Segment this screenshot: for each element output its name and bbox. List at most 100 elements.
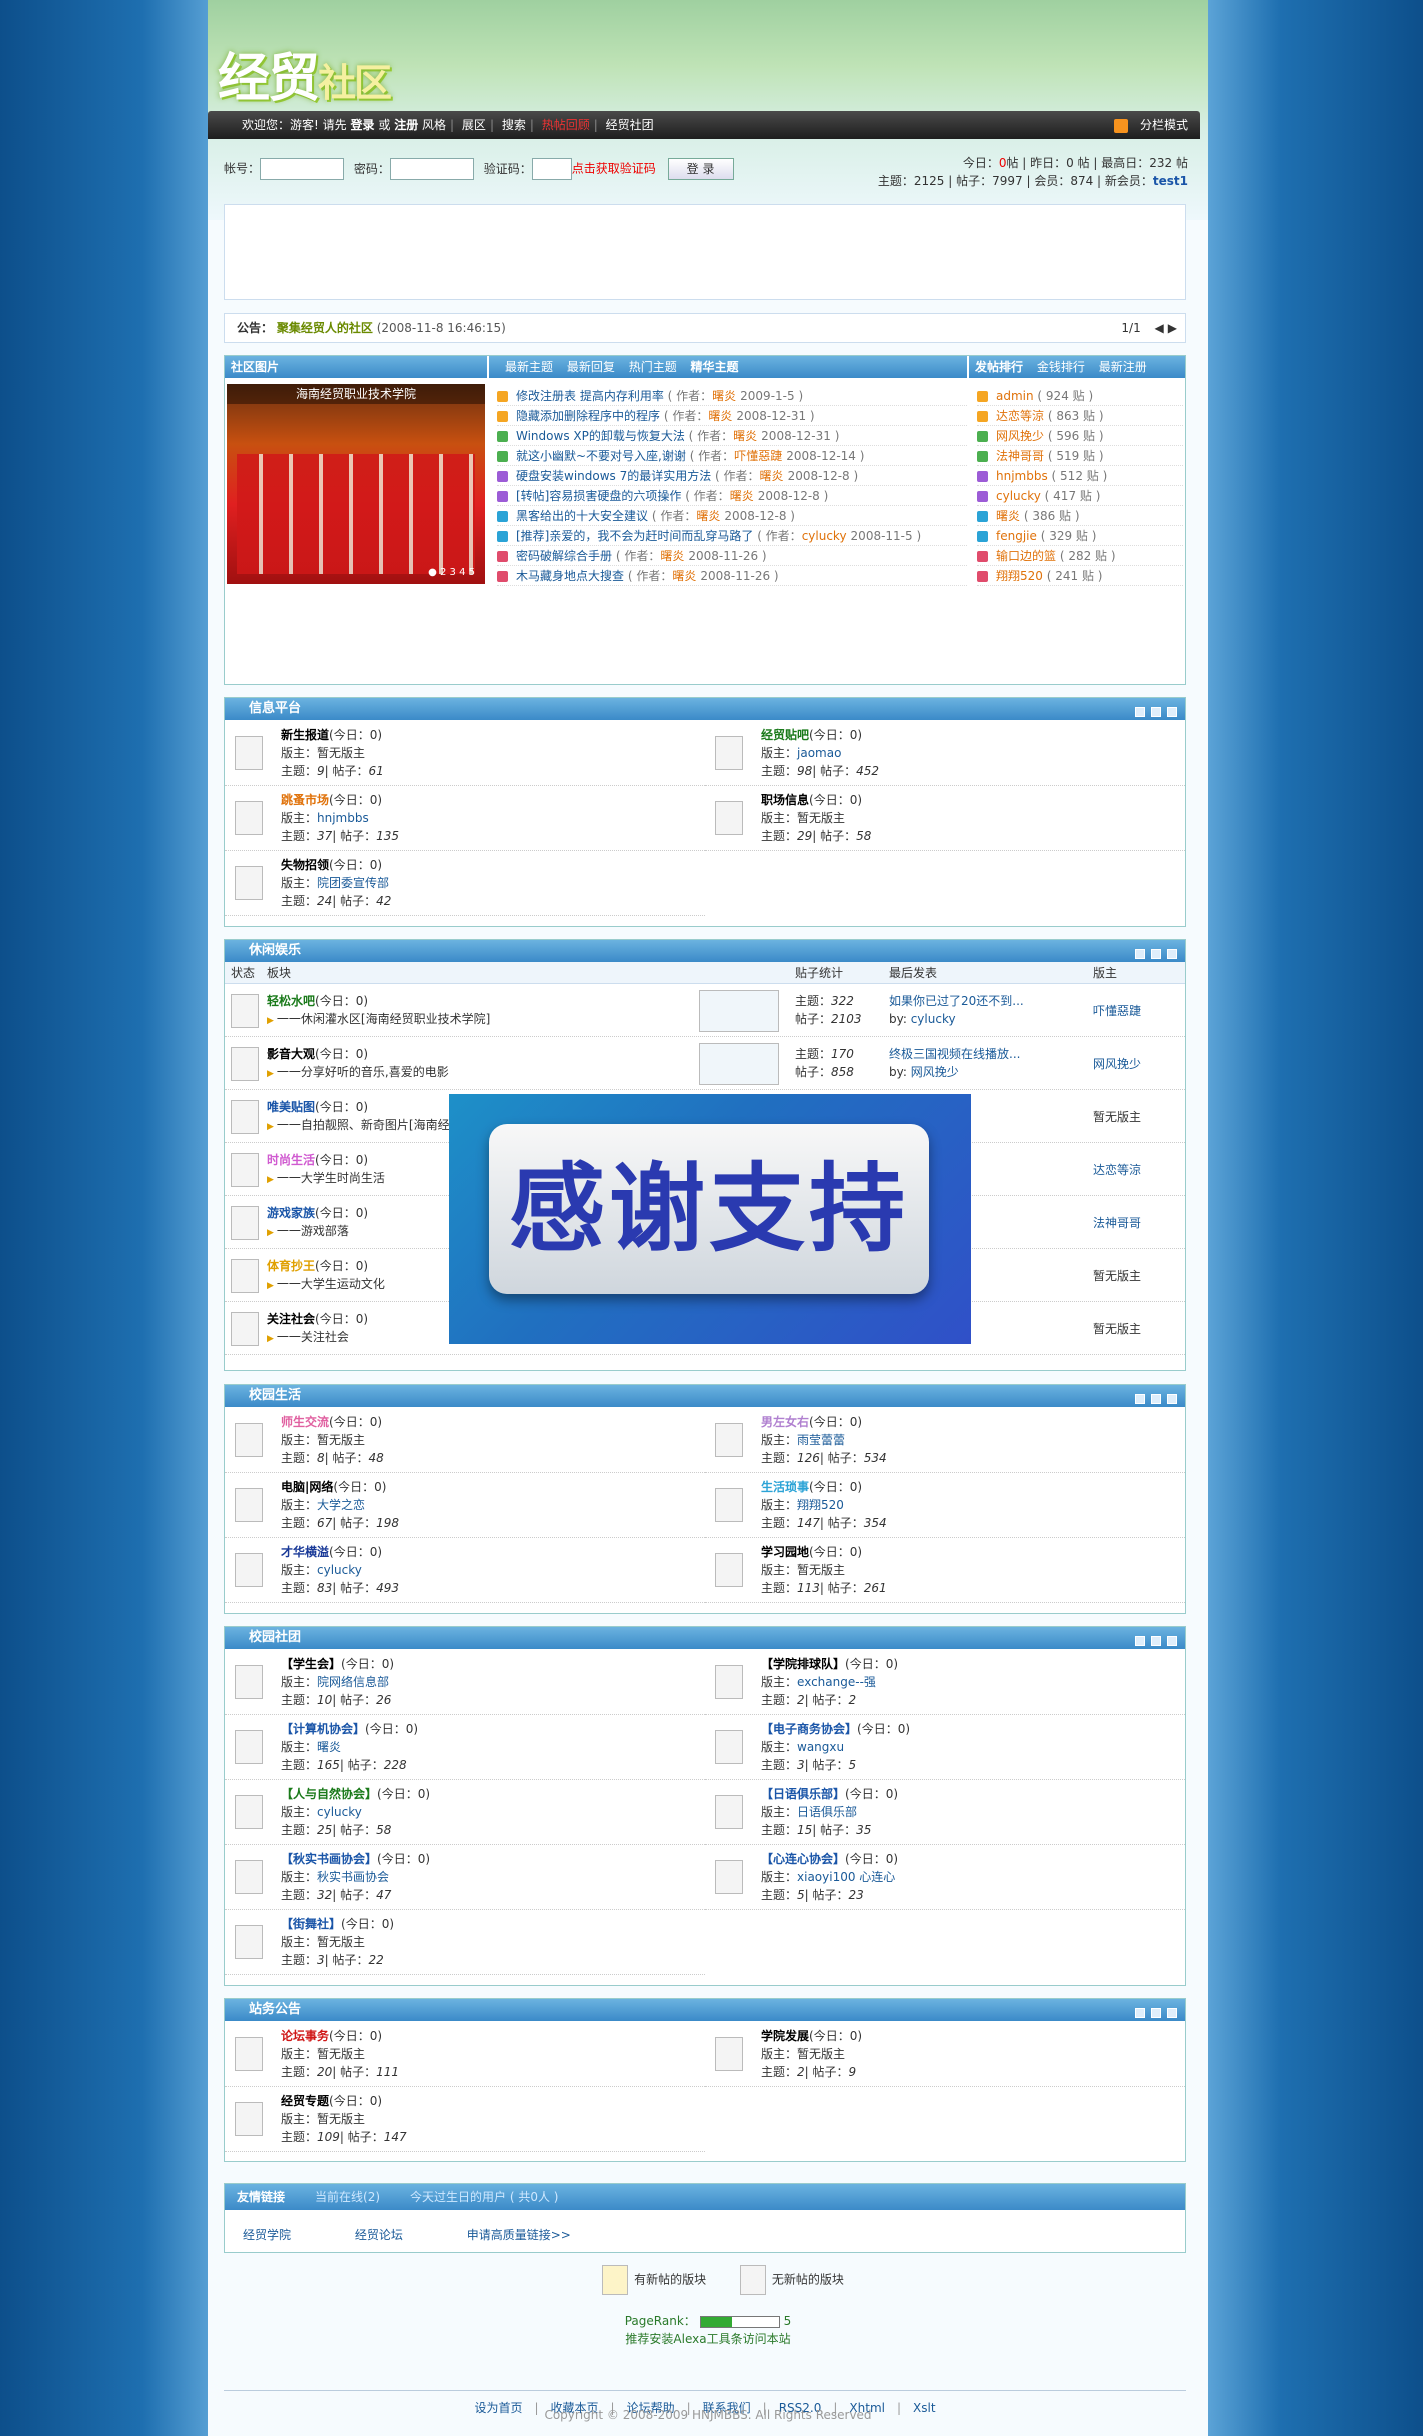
- section-title[interactable]: 信息平台: [249, 701, 301, 716]
- topic-link[interactable]: [转帖]容易损害硬盘的六项操作: [516, 489, 681, 503]
- forum-item[interactable]: 新生报道(今日：0) 版主：暂无版主 主题：9| 帖子：61: [225, 722, 705, 786]
- forum-item[interactable]: 生活琐事(今日：0) 版主：翔翔520 主题：147| 帖子：354: [705, 1474, 1185, 1538]
- collapse-icon[interactable]: [1135, 949, 1145, 959]
- rank-user-link[interactable]: 输口边的篮: [996, 549, 1056, 563]
- forum-item[interactable]: 【秋实书画协会】(今日：0) 版主：秋实书画协会 主题：32| 帖子：47: [225, 1846, 705, 1910]
- forum-name-link[interactable]: 【学院排球队】: [761, 1657, 845, 1671]
- author-link[interactable]: 曙炎: [712, 389, 736, 403]
- forum-item[interactable]: 学习园地(今日：0) 版主：暂无版主 主题：113| 帖子：261: [705, 1539, 1185, 1603]
- section-title[interactable]: 校园社团: [249, 1630, 301, 1645]
- forum-name-link[interactable]: 失物招领: [281, 858, 329, 872]
- style-link[interactable]: 风格: [422, 118, 446, 132]
- tab-hot-topics[interactable]: 热门主题: [629, 360, 677, 374]
- tab-new-members[interactable]: 最新注册: [1099, 360, 1147, 374]
- collapse-icon[interactable]: [1135, 2008, 1145, 2018]
- last-post-author[interactable]: cylucky: [911, 1012, 956, 1026]
- rank-user-link[interactable]: 法神哥哥: [996, 449, 1044, 463]
- moderator-name[interactable]: exchange--强: [797, 1675, 876, 1689]
- forum-item[interactable]: 失物招领(今日：0) 版主：院团委宣传部 主题：24| 帖子：42: [225, 852, 705, 916]
- moderator-name[interactable]: 吓懂惡踕: [1093, 1004, 1141, 1018]
- tab-post-rank[interactable]: 发帖排行: [975, 360, 1023, 374]
- moderator-name[interactable]: cylucky: [317, 1805, 362, 1819]
- forum-item[interactable]: 【心连心协会】(今日：0) 版主：xiaoyi100 心连心 主题：5| 帖子：23: [705, 1846, 1185, 1910]
- moderator-name[interactable]: hnjmbbs: [317, 811, 369, 825]
- topic-link[interactable]: 硬盘安装windows 7的最详实用方法: [516, 469, 711, 483]
- moderator-name[interactable]: cylucky: [317, 1563, 362, 1577]
- expand-icon[interactable]: [1167, 949, 1177, 959]
- forum-name-link[interactable]: 轻松水吧: [267, 994, 315, 1008]
- moderator-name[interactable]: 法神哥哥: [1093, 1216, 1141, 1230]
- rank-user-link[interactable]: cylucky: [996, 489, 1041, 503]
- layout-icon[interactable]: [1151, 949, 1161, 959]
- author-link[interactable]: 曙炎: [696, 509, 720, 523]
- get-captcha-link[interactable]: 点击获取验证码: [572, 162, 656, 176]
- prev-icon[interactable]: ◀: [1155, 321, 1164, 335]
- forum-item[interactable]: 学院发展(今日：0) 版主：暂无版主 主题：2| 帖子：9: [705, 2023, 1185, 2087]
- forum-name-link[interactable]: 游戏家族: [267, 1206, 315, 1220]
- forum-name-link[interactable]: 【学生会】: [281, 1657, 341, 1671]
- forum-item[interactable]: 经贸贴吧(今日：0) 版主：jaomao 主题：98| 帖子：452: [705, 722, 1185, 786]
- forum-name-link[interactable]: 学习园地: [761, 1545, 809, 1559]
- forum-name-link[interactable]: 才华横溢: [281, 1545, 329, 1559]
- forum-item[interactable]: 师生交流(今日：0) 版主：暂无版主 主题：8| 帖子：48: [225, 1409, 705, 1473]
- forum-name-link[interactable]: 职场信息: [761, 793, 809, 807]
- author-link[interactable]: 曙炎: [730, 489, 754, 503]
- tab-essence-topics[interactable]: 精华主题: [691, 360, 739, 374]
- forum-name-link[interactable]: 男左女右: [761, 1415, 809, 1429]
- forum-name-link[interactable]: 时尚生活: [267, 1153, 315, 1167]
- forum-item[interactable]: 【街舞社】(今日：0) 版主：暂无版主 主题：3| 帖子：22: [225, 1911, 705, 1975]
- author-link[interactable]: 曙炎: [672, 569, 696, 583]
- forum-name-link[interactable]: 经贸专题: [281, 2094, 329, 2108]
- slideshow-photo[interactable]: 海南经贸职业技术学院 ● 2 3 4 5: [227, 384, 485, 584]
- author-link[interactable]: 曙炎: [760, 469, 784, 483]
- forum-item[interactable]: 经贸专题(今日：0) 版主：暂无版主 主题：109| 帖子：147: [225, 2088, 705, 2152]
- forum-name-link[interactable]: 经贸贴吧: [761, 728, 809, 742]
- site-logo[interactable]: 经贸社区: [218, 36, 392, 111]
- author-link[interactable]: 吓懂惡踕: [734, 449, 782, 463]
- forum-item[interactable]: 才华横溢(今日：0) 版主：cylucky 主题：83| 帖子：493: [225, 1539, 705, 1603]
- layout-icon[interactable]: [1151, 1394, 1161, 1404]
- tab-latest-topics[interactable]: 最新主题: [505, 360, 553, 374]
- forum-name-link[interactable]: 电脑|网络: [281, 1480, 333, 1494]
- topic-link[interactable]: [推荐]亲爱的，我不会为赶时间而乱穿马路了: [516, 529, 753, 543]
- layout-icon[interactable]: [1151, 707, 1161, 717]
- layout-icon[interactable]: [1151, 1636, 1161, 1646]
- topic-link[interactable]: Windows XP的卸载与恢复大法: [516, 429, 685, 443]
- forum-name-link[interactable]: 生活琐事: [761, 1480, 809, 1494]
- forum-name-link[interactable]: 【心连心协会】: [761, 1852, 845, 1866]
- author-link[interactable]: cylucky: [802, 529, 847, 543]
- moderator-name[interactable]: 曙炎: [317, 1740, 341, 1754]
- forum-name-link[interactable]: 跳蚤市场: [281, 793, 329, 807]
- moderator-name[interactable]: 达恋等涼: [1093, 1163, 1141, 1177]
- moderator-name[interactable]: wangxu: [797, 1740, 844, 1754]
- tab-birthday-users[interactable]: 今天过生日的用户 ( 共0人 ): [410, 2190, 558, 2204]
- section-title[interactable]: 休闲娱乐: [249, 943, 301, 958]
- moderator-name[interactable]: 雨莹蕾蕾: [797, 1433, 845, 1447]
- password-input[interactable]: [389, 158, 474, 180]
- captcha-input[interactable]: [531, 158, 572, 180]
- forum-item[interactable]: 论坛事务(今日：0) 版主：暂无版主 主题：20| 帖子：111: [225, 2023, 705, 2087]
- topic-link[interactable]: 就这小幽默~不要对号入座,谢谢: [516, 449, 686, 463]
- section-title[interactable]: 校园生活: [249, 1388, 301, 1403]
- forum-item[interactable]: 【电子商务协会】(今日：0) 版主：wangxu 主题：3| 帖子：5: [705, 1716, 1185, 1780]
- forum-item[interactable]: 【日语俱乐部】(今日：0) 版主：日语俱乐部 主题：15| 帖子：35: [705, 1781, 1185, 1845]
- forum-name-link[interactable]: 学院发展: [761, 2029, 809, 2043]
- rank-user-link[interactable]: 曙炎: [996, 509, 1020, 523]
- slideshow-dots[interactable]: ● 2 3 4 5: [428, 567, 475, 578]
- forum-name-link[interactable]: 关注社会: [267, 1312, 315, 1326]
- last-post-link[interactable]: 终极三国视频在线播放...: [889, 1047, 1020, 1061]
- forum-item[interactable]: 男左女右(今日：0) 版主：雨莹蕾蕾 主题：126| 帖子：534: [705, 1409, 1185, 1473]
- login-button[interactable]: 登 录: [667, 158, 734, 180]
- expand-icon[interactable]: [1167, 2008, 1177, 2018]
- layout-icon[interactable]: [1151, 2008, 1161, 2018]
- moderator-name[interactable]: 大学之恋: [317, 1498, 365, 1512]
- forum-name-link[interactable]: 体育抄王: [267, 1259, 315, 1273]
- forum-name-link[interactable]: 影音大观: [267, 1047, 315, 1061]
- forum-name-link[interactable]: 师生交流: [281, 1415, 329, 1429]
- club-link[interactable]: 经贸社团: [606, 118, 654, 132]
- forum-name-link[interactable]: 【计算机协会】: [281, 1722, 365, 1736]
- friend-link[interactable]: 经贸论坛: [355, 2228, 403, 2242]
- forum-name-link[interactable]: 【秋实书画协会】: [281, 1852, 377, 1866]
- thanks-popup[interactable]: 感谢支持: [449, 1094, 971, 1344]
- author-link[interactable]: 曙炎: [733, 429, 757, 443]
